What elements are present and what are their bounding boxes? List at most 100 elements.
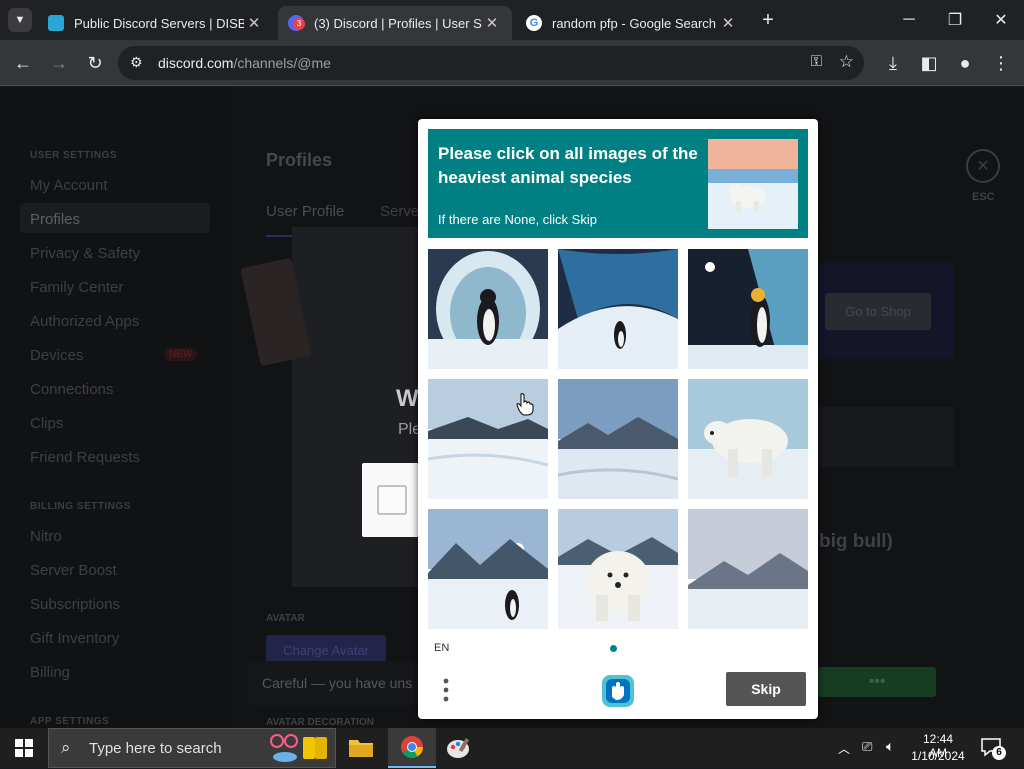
hcaptcha-logo-icon — [600, 673, 636, 709]
close-icon[interactable]: ✕ — [718, 14, 738, 32]
skip-button[interactable]: Skip — [726, 672, 806, 706]
unsaved-warning-text: Careful — you have uns — [262, 675, 413, 691]
side-panel-icon[interactable]: ◧ — [914, 48, 944, 78]
settings-sidebar: USER SETTINGS My Account Profiles Privac… — [0, 87, 232, 728]
file-explorer-icon[interactable] — [348, 736, 374, 758]
sidebar-item-authorized-apps[interactable]: Authorized Apps — [30, 313, 139, 330]
sidebar-item-my-account[interactable]: My Account — [30, 177, 108, 194]
tab-user-profile[interactable]: User Profile — [266, 203, 344, 220]
back-button[interactable]: ← — [8, 48, 38, 78]
close-icon: ✕ — [976, 158, 990, 175]
sidebar-item-server-boost[interactable]: Server Boost — [30, 562, 117, 579]
close-icon[interactable]: ✕ — [244, 14, 264, 32]
sidebar-item-profiles[interactable]: Profiles — [30, 211, 80, 228]
chevron-down-icon: ▼ — [14, 14, 26, 26]
tab-disboard[interactable]: Public Discord Servers | DISBOARD ✕ — [38, 6, 274, 40]
close-window-button[interactable]: ✕ — [978, 0, 1024, 40]
unread-badge: 3 — [293, 18, 305, 30]
tab-title: Public Discord Servers | DISBOARD — [74, 15, 244, 31]
preview-action-button[interactable]: ••• — [818, 667, 936, 697]
overlay-checkbox[interactable] — [377, 485, 407, 515]
captcha-tile-8[interactable] — [558, 509, 678, 629]
disboard-favicon-icon — [48, 15, 64, 31]
mouse-cursor-icon — [516, 392, 534, 421]
captcha-tile-1[interactable] — [428, 249, 548, 369]
google-favicon-icon: G — [526, 15, 542, 31]
sidebar-item-privacy[interactable]: Privacy & Safety — [30, 245, 140, 262]
esc-label: ESC — [972, 191, 995, 203]
browser-tab-strip: ▼ Public Discord Servers | DISBOARD ✕ 3 … — [0, 0, 1024, 40]
chrome-taskbar-icon[interactable] — [388, 728, 436, 768]
overlay-heading: W — [396, 385, 419, 412]
tab-search-button[interactable]: ▼ — [8, 8, 32, 32]
password-key-icon[interactable]: ⚿ — [811, 53, 822, 70]
captcha-tile-9[interactable] — [688, 509, 808, 629]
windows-taskbar: ⌕ Type here to search ︿ ⎚ 🔈︎ 12:44 AM 1/… — [0, 728, 1024, 768]
captcha-tile-5[interactable] — [558, 379, 678, 499]
sidebar-item-gift-inventory[interactable]: Gift Inventory — [30, 630, 119, 647]
captcha-challenge: Please click on all images of the heavie… — [418, 119, 818, 719]
start-button[interactable] — [0, 728, 48, 768]
search-highlight-icon — [267, 733, 329, 765]
url-path: /channels/@me — [233, 55, 331, 71]
captcha-prompt-banner: Please click on all images of the heavie… — [428, 129, 808, 238]
show-hidden-icons-chevron-icon[interactable]: ︿ — [838, 740, 850, 757]
site-info-icon[interactable]: ⚙ — [130, 54, 143, 71]
volume-muted-icon[interactable]: 🔈︎ — [886, 738, 894, 755]
sidebar-item-devices[interactable]: Devices — [30, 347, 83, 364]
page-indicator-dot — [610, 645, 617, 652]
captcha-tile-3[interactable] — [688, 249, 808, 369]
minimize-button[interactable]: ─ — [886, 0, 932, 40]
taskbar-search-input[interactable]: ⌕ Type here to search — [48, 728, 336, 768]
new-tab-button[interactable]: + — [756, 6, 780, 34]
sidebar-heading-user: USER SETTINGS — [30, 150, 118, 161]
sidebar-item-friend-requests[interactable]: Friend Requests — [30, 449, 140, 466]
url-host: discord.com — [158, 55, 234, 71]
new-badge: NEW — [164, 348, 198, 361]
sidebar-item-billing[interactable]: Billing — [30, 664, 70, 681]
bookmark-star-icon[interactable]: ☆ — [839, 52, 854, 72]
captcha-hint-text: If there are None, click Skip — [438, 212, 597, 227]
sidebar-heading-billing: BILLING SETTINGS — [30, 501, 131, 512]
clock-date[interactable]: 1/10/2024 — [910, 749, 966, 763]
captcha-tile-2[interactable] — [558, 249, 678, 369]
sidebar-item-clips[interactable]: Clips — [30, 415, 63, 432]
avatar-decoration-label: AVATAR DECORATION — [266, 717, 374, 728]
sidebar-item-nitro[interactable]: Nitro — [30, 528, 62, 545]
close-icon[interactable]: ✕ — [482, 14, 502, 32]
download-icon[interactable]: ⤓ — [878, 48, 908, 78]
sidebar-item-connections[interactable]: Connections — [30, 381, 113, 398]
captcha-menu-button[interactable] — [434, 675, 458, 705]
unsaved-warning-bar: Careful — you have uns — [248, 661, 418, 705]
restore-button[interactable]: ❐ — [932, 0, 978, 40]
captcha-prompt-text: Please click on all images of the heavie… — [438, 144, 698, 187]
address-bar[interactable]: ⚙ discord.com/channels/@me ⚿ ☆ — [118, 46, 864, 80]
windows-logo-icon — [15, 739, 33, 757]
profile-icon[interactable]: ● — [950, 48, 980, 78]
captcha-tile-6[interactable] — [688, 379, 808, 499]
browser-toolbar: ← → ↻ ⚙ discord.com/channels/@me ⚿ ☆ ⤓ ◧… — [0, 40, 1024, 86]
sidebar-item-subscriptions[interactable]: Subscriptions — [30, 596, 120, 613]
search-placeholder: Type here to search — [89, 739, 222, 757]
menu-dots-icon — [443, 678, 449, 702]
forward-button[interactable]: → — [44, 48, 74, 78]
tab-google[interactable]: G random pfp - Google Search ✕ — [516, 6, 748, 40]
preview-card — [818, 407, 954, 467]
sidebar-heading-app: APP SETTINGS — [30, 716, 110, 727]
reload-button[interactable]: ↻ — [80, 48, 110, 78]
go-to-shop-button[interactable]: Go to Shop — [825, 293, 931, 330]
captcha-tile-7[interactable] — [428, 509, 548, 629]
tab-title: (3) Discord | Profiles | User Settings — [314, 15, 482, 31]
network-icon[interactable]: ⎚ — [862, 739, 872, 755]
notification-center-icon[interactable]: 6 — [980, 736, 1006, 760]
language-selector[interactable]: EN — [434, 642, 449, 654]
notification-count-badge: 6 — [992, 746, 1006, 760]
esc-button[interactable]: ✕ — [966, 149, 1000, 183]
paint-taskbar-icon[interactable] — [446, 736, 472, 760]
tab-title: random pfp - Google Search — [552, 15, 717, 31]
tab-discord[interactable]: 3 (3) Discord | Profiles | User Settings… — [278, 6, 512, 40]
profile-preview-name: big bull) — [819, 531, 893, 552]
sidebar-item-family[interactable]: Family Center — [30, 279, 123, 296]
menu-kebab-icon[interactable]: ⋮ — [986, 48, 1016, 78]
tab-server-profiles[interactable]: Serve — [380, 203, 419, 220]
